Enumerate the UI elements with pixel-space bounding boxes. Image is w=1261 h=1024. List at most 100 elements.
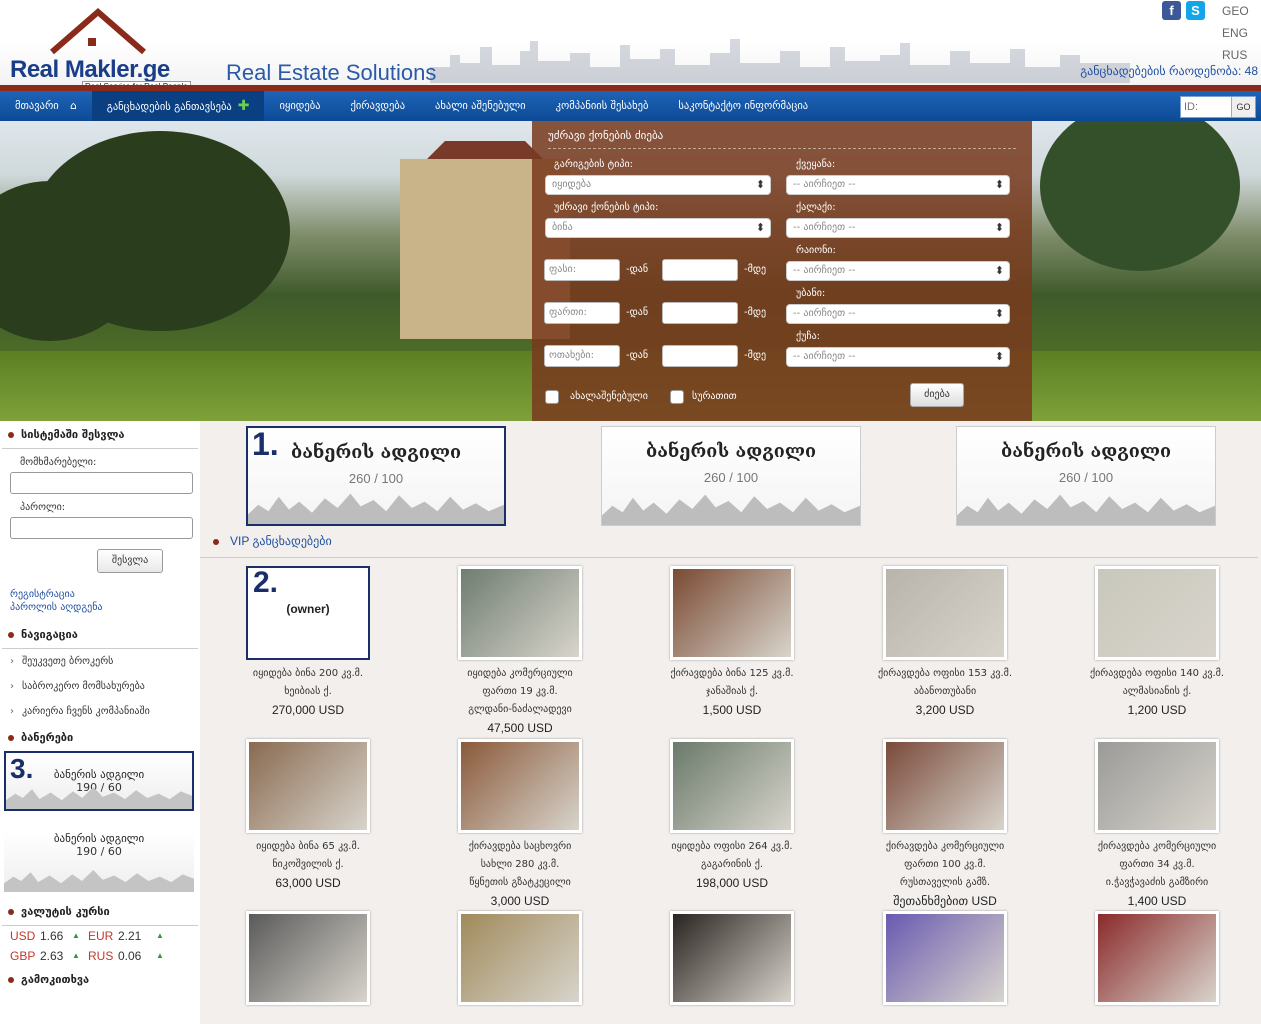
listing-photo[interactable] [246,911,370,1005]
banner-number: 3. [10,753,34,784]
country-select[interactable]: -- აირჩიეთ -- [786,175,1010,195]
listing-card[interactable] [855,911,1035,1010]
rooms-from-suffix: -დან [626,350,649,361]
nav-about[interactable]: კომპანიის შესახებ [541,91,664,121]
rooms-to-suffix: -მდე [744,350,767,361]
area-from-input[interactable]: ფართი: [544,302,620,324]
listing-photo[interactable] [670,566,794,660]
rate-value: 1.66 [40,929,64,943]
listing-line: ფართი 19 კვ.მ. [482,686,558,697]
subdistrict-label: უბანი: [796,288,826,299]
listing-card[interactable] [642,911,822,1010]
facebook-icon[interactable]: f [1162,1,1181,20]
top-banner[interactable]: ბანერის ადგილი 260 / 100 [956,426,1216,526]
new-built-checkbox[interactable] [545,390,559,404]
listing-card[interactable]: ქირავდება ოფისი 140 კვ.მ. ალმასიანის ქ. 1,… [1067,566,1247,719]
rate-value: 0.06 [118,949,142,963]
listing-photo[interactable] [458,739,582,833]
nav-contact[interactable]: საკონტაქტო ინფორმაცია [663,91,823,121]
price-from-suffix: -დან [626,264,649,275]
sidebar-banner[interactable]: 3. ბანერის ადგილი 190 / 60 [4,751,194,811]
listing-card[interactable]: ქირავდება კომერციული ფართი 34 კვ.მ. ი.ჭავჭ… [1067,739,1247,910]
search-submit-button[interactable]: ძიება [910,383,964,407]
listing-line: ქირავდება ოფისი 153 კვ.მ. [877,668,1013,679]
deal-type-label: გარიგების ტიპი: [554,159,634,170]
register-link[interactable]: რეგისტრაცია [10,589,200,600]
listing-card[interactable]: იყიდება ოფისი 264 კვ.მ. გაგარინის ქ. 198,0… [642,739,822,892]
listing-photo[interactable] [670,911,794,1005]
nav-post-listing[interactable]: განცხადების განთავსება ✚ [91,91,265,121]
city-label: ქალაქი: [796,202,836,213]
left-sidebar: სისტემაში შესვლა მომხმარებელი: პაროლი: შ… [0,421,200,1024]
listing-photo[interactable] [246,739,370,833]
listing-card[interactable]: ქირავდება ოფისი 153 კვ.მ. აბანოთუბანი 3,20… [855,566,1035,719]
property-type-select[interactable]: ბინა [545,218,771,238]
rooms-to-input[interactable] [662,345,738,367]
id-search-input[interactable] [1181,97,1231,117]
username-input[interactable] [10,472,193,494]
search-panel: უძრავი ქონების ძიება გარიგების ტიპი: იყი… [532,121,1032,421]
listing-card[interactable]: იყიდება კომერციული ფართი 19 კვ.მ. გლდანი-ნ… [430,566,610,737]
nav-for-sale[interactable]: იყიდება [264,91,335,121]
listing-card[interactable] [218,911,398,1010]
id-search: GO [1180,96,1256,118]
street-select[interactable]: -- აირჩიეთ -- [786,347,1010,367]
restore-password-link[interactable]: პაროლის აღდგენა [10,602,200,613]
lang-eng[interactable]: ENG [1222,22,1249,44]
nav-for-rent[interactable]: ქირავდება [335,91,420,121]
skype-icon[interactable]: S [1186,1,1205,20]
listing-photo[interactable] [883,739,1007,833]
city-select[interactable]: -- აირჩიეთ -- [786,218,1010,238]
listing-photo[interactable] [1095,739,1219,833]
sidebar-link-order-broker[interactable]: შეუკვეთე ბროკერს [0,649,200,674]
nav-new-built[interactable]: ახალი აშენებული [420,91,541,121]
banner-title: ბანერის ადგილი [645,441,817,462]
listing-line: გაგარინის ქ. [700,859,764,870]
banner-title: ბანერის ადგილი [53,832,145,845]
price-to-input[interactable] [662,259,738,281]
listing-card[interactable]: 2. (owner) იყიდება ბინა 200 კვ.მ. ხეიბიას ქ… [218,566,398,719]
lang-rus[interactable]: RUS [1222,44,1249,66]
deal-type-select[interactable]: იყიდება [545,175,771,195]
listing-card[interactable]: ქირავდება ბინა 125 კვ.მ. ჯანაშიას ქ. 1,500… [642,566,822,719]
listing-card[interactable]: ქირავდება საცხოვრი სახლი 280 კვ.მ. წყნეთის… [430,739,610,910]
owner-label: (owner) [286,602,330,616]
district-select[interactable]: -- აირჩიეთ -- [786,261,1010,281]
rooms-from-input[interactable]: ოთახები: [544,345,620,367]
listing-photo[interactable] [883,911,1007,1005]
banner-skyline [602,494,860,525]
rate-currency: EUR [88,929,114,943]
id-search-go-button[interactable]: GO [1231,97,1255,117]
nav-home[interactable]: მთავარი ⌂ [0,91,92,121]
price-from-input[interactable]: ფასი: [544,259,620,281]
area-to-input[interactable] [662,302,738,324]
home-icon: ⌂ [70,100,77,112]
language-switcher: GEO ENG RUS [1222,0,1249,66]
banner-number: 1. [252,426,279,462]
listing-card[interactable] [430,911,610,1010]
listing-card[interactable] [1067,911,1247,1010]
listing-card[interactable]: იყიდება ბინა 65 კვ.მ. ნიკოშვილის ქ. 63,000… [218,739,398,892]
banner-size: 190 / 60 [76,845,122,858]
sidebar-banner[interactable]: ბანერის ადგილი 190 / 60 [4,832,194,892]
top-banner[interactable]: ბანერის ადგილი 260 / 100 [601,426,861,526]
top-banner[interactable]: 1. ბანერის ადგილი 260 / 100 [246,426,506,526]
lang-geo[interactable]: GEO [1222,0,1249,22]
listing-photo[interactable]: 2. (owner) [246,566,370,660]
listing-photo[interactable] [1095,566,1219,660]
listing-photo[interactable] [670,739,794,833]
listing-photo[interactable] [883,566,1007,660]
listing-photo[interactable] [1095,911,1219,1005]
listing-photo[interactable] [458,911,582,1005]
listing-photo[interactable] [458,566,582,660]
site-logo[interactable]: Real Makler.ge Real Service for Real Peo… [8,8,198,92]
sidebar-link-career[interactable]: კარიერა ჩვენს კომპანიაში [0,699,200,724]
login-button[interactable]: შესვლა [97,549,163,573]
listing-card[interactable]: ქირავდება კომერციული ფართი 100 კვ.მ. რუსთა… [855,739,1035,910]
subdistrict-select[interactable]: -- აირჩიეთ -- [786,304,1010,324]
with-photo-checkbox[interactable] [670,390,684,404]
listing-line: ფართი 100 კვ.მ. [904,859,986,870]
sidebar-link-broker-service[interactable]: საბროკერო მომსახურება [0,674,200,699]
password-input[interactable] [10,517,193,539]
poll-section-title: გამოკითხვა [0,966,200,993]
